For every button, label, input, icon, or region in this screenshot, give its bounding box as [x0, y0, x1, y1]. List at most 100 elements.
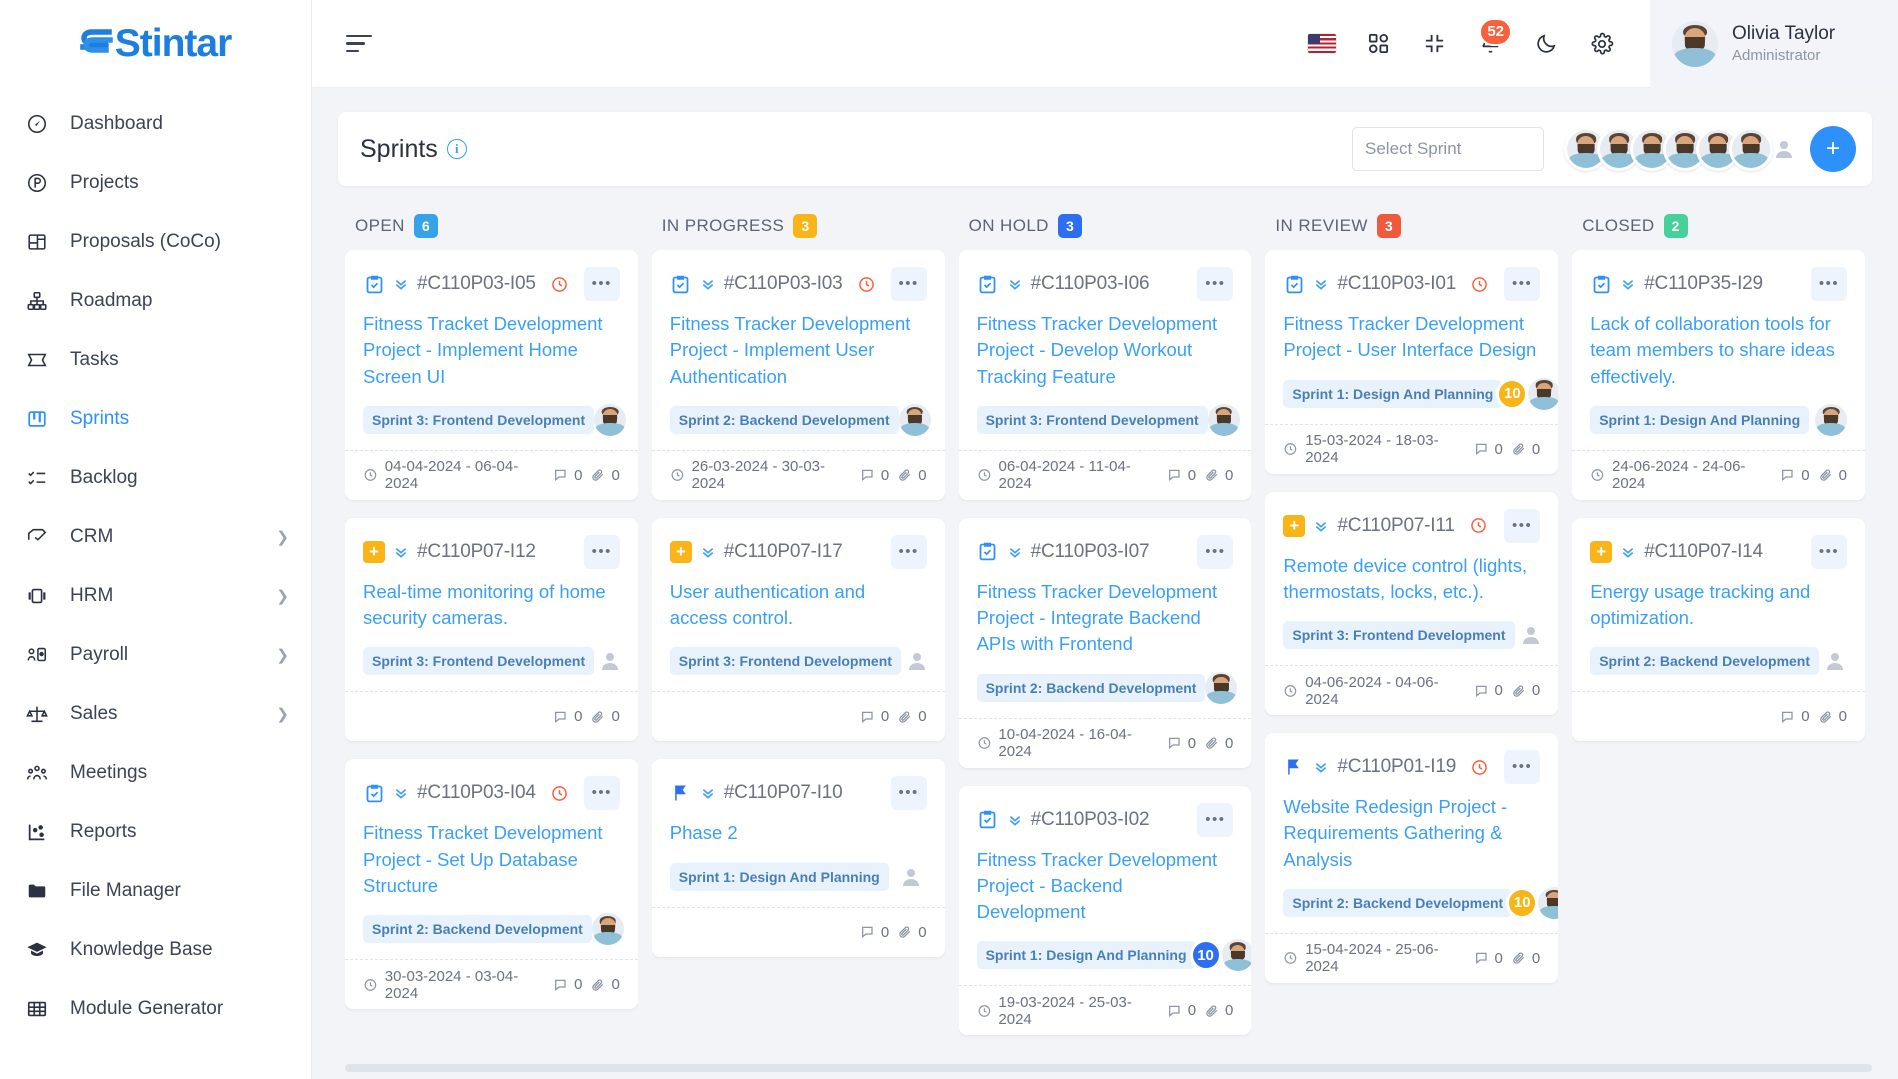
card-id[interactable]: #C110P03-I04 [417, 782, 536, 804]
sidebar-item-sales[interactable]: Sales ❯ [0, 684, 311, 743]
task-card[interactable]: #C110P03-I03 ••• Fitness Tracker Develop… [651, 250, 945, 500]
card-id[interactable]: #C110P07-I12 [417, 541, 536, 563]
card-menu-button[interactable]: ••• [1504, 750, 1541, 785]
chevron-double-down-icon[interactable] [1620, 276, 1636, 292]
gear-icon[interactable] [1574, 16, 1630, 72]
card-assignee[interactable] [1207, 403, 1240, 436]
card-id[interactable]: #C110P03-I06 [1031, 273, 1150, 295]
card-id[interactable]: #C110P03-I07 [1031, 541, 1150, 563]
task-card[interactable]: #C110P03-I05 ••• Fitness Tracket Develop… [345, 250, 638, 500]
card-title[interactable]: Phase 2 [670, 820, 927, 846]
card-title[interactable]: Real-time monitoring of home security ca… [363, 579, 620, 632]
card-title[interactable]: Fitness Tracket Development Project - Im… [363, 311, 620, 390]
card-menu-button[interactable]: ••• [1504, 508, 1541, 543]
task-card[interactable]: #C110P07-I10 ••• Phase 2 Sprint 1: Desig… [651, 759, 945, 957]
brand-logo[interactable]: Stintar [0, 0, 311, 88]
card-id[interactable]: #C110P07-I17 [724, 541, 843, 563]
card-assignee[interactable] [895, 861, 927, 893]
sidebar-item-module-generator[interactable]: Module Generator [0, 979, 311, 1038]
sidebar-item-crm[interactable]: CRM ❯ [0, 507, 311, 566]
chevron-double-down-icon[interactable] [700, 276, 716, 292]
card-title[interactable]: Fitness Tracket Development Project - Se… [363, 820, 620, 899]
card-assignee[interactable] [1814, 403, 1847, 436]
sidebar-item-dashboard[interactable]: Dashboard [0, 94, 311, 153]
sidebar-item-file-manager[interactable]: File Manager [0, 861, 311, 920]
chevron-double-down-icon[interactable] [1007, 276, 1023, 292]
card-id[interactable]: #C110P01-I19 [1337, 756, 1456, 778]
language-selector[interactable] [1294, 16, 1350, 72]
card-title[interactable]: Fitness Tracker Development Project - Ba… [977, 847, 1234, 926]
task-card[interactable]: #C110P03-I07 ••• Fitness Tracker Develop… [958, 517, 1252, 768]
chevron-double-down-icon[interactable] [393, 544, 409, 560]
sidebar-item-projects[interactable]: Projects [0, 153, 311, 212]
card-id[interactable]: #C110P03-I05 [417, 273, 536, 295]
sidebar-item-reports[interactable]: Reports [0, 802, 311, 861]
card-menu-button[interactable]: ••• [1197, 802, 1234, 837]
chevron-double-down-icon[interactable] [1007, 544, 1023, 560]
chevron-double-down-icon[interactable] [393, 785, 409, 801]
board-horizontal-scrollbar[interactable] [312, 1057, 1898, 1079]
task-card[interactable]: + #C110P07-I17 ••• User authentication a… [651, 517, 945, 742]
sprint-select[interactable]: Select Sprint [1352, 127, 1544, 171]
card-title[interactable]: Lack of collaboration tools for team mem… [1590, 311, 1847, 390]
card-id[interactable]: #C110P07-I10 [724, 782, 843, 804]
apps-grid-icon[interactable] [1350, 16, 1406, 72]
card-assignee[interactable] [1221, 939, 1252, 972]
add-member-button[interactable]: + [1810, 126, 1856, 172]
card-menu-button[interactable]: ••• [1504, 267, 1541, 301]
task-card[interactable]: #C110P01-I19 ••• Website Redesign Projec… [1265, 733, 1559, 983]
user-profile-menu[interactable]: Olivia Taylor Administrator [1650, 0, 1898, 88]
hamburger-icon[interactable] [346, 34, 376, 53]
scrollbar-thumb[interactable] [345, 1064, 1872, 1072]
card-title[interactable]: Fitness Tracker Development Project - In… [977, 579, 1234, 658]
task-card[interactable]: #C110P03-I02 ••• Fitness Tracker Develop… [958, 785, 1252, 1036]
task-card[interactable]: #C110P35-I29 ••• Lack of collaboration t… [1572, 250, 1865, 500]
card-assignee[interactable] [594, 645, 626, 677]
card-title[interactable]: Website Redesign Project - Requirements … [1283, 794, 1540, 873]
moon-icon[interactable] [1518, 16, 1574, 72]
sidebar-item-backlog[interactable]: Backlog [0, 448, 311, 507]
card-title[interactable]: Fitness Tracker Development Project - Im… [670, 311, 927, 390]
card-menu-button[interactable]: ••• [1197, 534, 1234, 569]
card-title[interactable]: Energy usage tracking and optimization. [1590, 579, 1847, 632]
card-menu-button[interactable]: ••• [1810, 267, 1847, 301]
chevron-double-down-icon[interactable] [1007, 812, 1023, 828]
card-title[interactable]: Fitness Tracker Development Project - De… [977, 311, 1234, 390]
sidebar-item-meetings[interactable]: Meetings [0, 743, 311, 802]
chevron-double-down-icon[interactable] [393, 276, 409, 292]
card-menu-button[interactable]: ••• [583, 534, 620, 569]
card-id[interactable]: #C110P07-I11 [1337, 515, 1455, 537]
task-card[interactable]: + #C110P07-I11 ••• Remote device control… [1265, 491, 1559, 716]
task-card[interactable]: + #C110P07-I14 ••• Energy usage tracking… [1572, 517, 1865, 742]
card-assignee[interactable] [591, 913, 624, 946]
task-card[interactable]: #C110P03-I04 ••• Fitness Tracket Develop… [345, 759, 638, 1010]
card-id[interactable]: #C110P03-I02 [1031, 809, 1150, 831]
card-title[interactable]: Fitness Tracker Development Project - Us… [1283, 311, 1540, 364]
card-assignee[interactable] [1515, 619, 1547, 651]
task-card[interactable]: + #C110P07-I12 ••• Real-time monitoring … [345, 517, 638, 742]
card-menu-button[interactable]: ••• [583, 776, 620, 811]
card-menu-button[interactable]: ••• [890, 534, 927, 569]
sidebar-item-tasks[interactable]: Tasks [0, 330, 311, 389]
sidebar-item-payroll[interactable]: Payroll ❯ [0, 625, 311, 684]
notifications-button[interactable]: 52 [1462, 16, 1518, 72]
card-assignee[interactable] [1205, 671, 1238, 704]
card-id[interactable]: #C110P03-I01 [1337, 273, 1456, 295]
card-assignee[interactable] [594, 403, 627, 436]
sidebar-item-roadmap[interactable]: Roadmap [0, 271, 311, 330]
sidebar-item-hrm[interactable]: HRM ❯ [0, 566, 311, 625]
task-card[interactable]: #C110P03-I01 ••• Fitness Tracker Develop… [1265, 250, 1559, 474]
info-icon[interactable]: i [446, 139, 467, 159]
chevron-double-down-icon[interactable] [1313, 759, 1329, 775]
card-id[interactable]: #C110P07-I14 [1644, 541, 1763, 563]
card-menu-button[interactable]: ••• [890, 776, 927, 811]
card-assignee[interactable] [898, 403, 931, 436]
card-title[interactable]: Remote device control (lights, thermosta… [1283, 553, 1540, 606]
avatar[interactable] [1729, 127, 1773, 171]
chevron-double-down-icon[interactable] [1313, 518, 1329, 534]
chevron-double-down-icon[interactable] [700, 544, 716, 560]
card-menu-button[interactable]: ••• [1197, 267, 1234, 301]
card-menu-button[interactable]: ••• [1810, 534, 1847, 569]
chevron-double-down-icon[interactable] [1620, 544, 1636, 560]
sidebar-item-proposals[interactable]: Proposals (CoCo) [0, 212, 311, 271]
